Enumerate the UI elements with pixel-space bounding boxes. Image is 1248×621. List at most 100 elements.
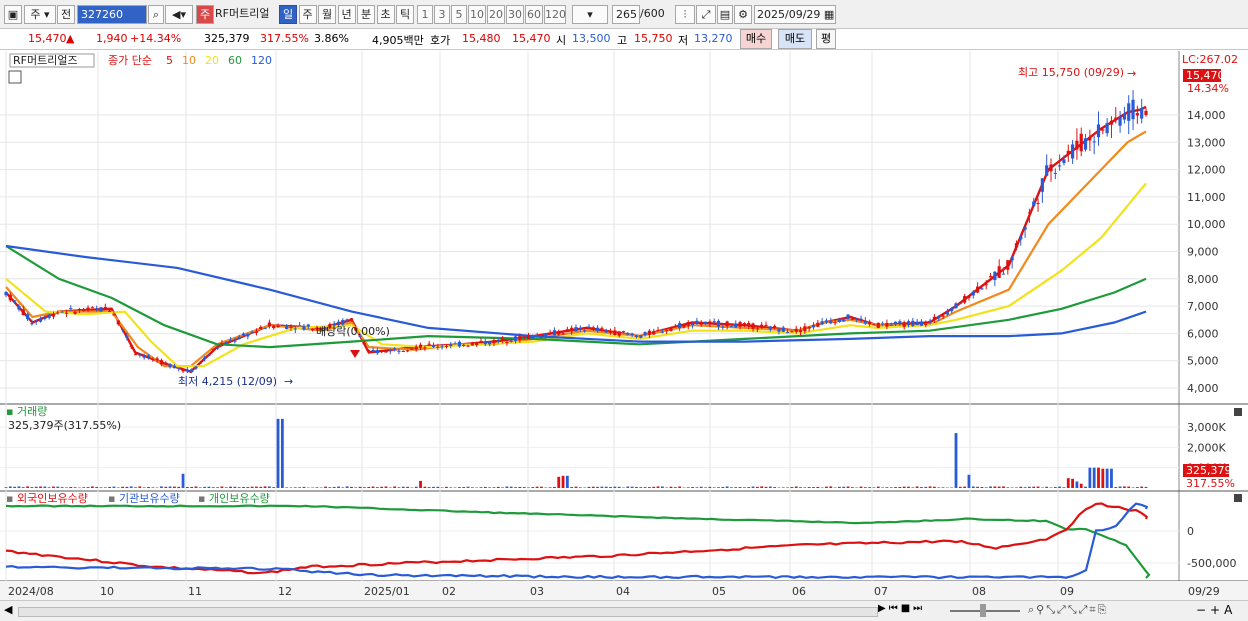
volume-bar [358, 486, 362, 488]
price-tick-label: 11,000 [1187, 191, 1226, 204]
candle-body [975, 286, 980, 293]
line-tool-icon[interactable]: ⤢ [696, 5, 716, 24]
candle-body [108, 310, 112, 312]
volume-bar [1110, 468, 1113, 488]
minute-tab-120[interactable]: 120 [544, 5, 566, 24]
candle-body [384, 350, 388, 353]
volume-bar [211, 487, 215, 488]
volume-bar [151, 487, 155, 488]
minute-tab-60[interactable]: 60 [525, 5, 543, 24]
period-tab-4[interactable]: 분 [357, 5, 375, 24]
volume-bar [414, 486, 418, 488]
volume-tag: 325,379 [1186, 464, 1232, 477]
candle-body [1032, 201, 1036, 207]
holding-tick-label: -500,000 [1187, 557, 1236, 570]
minute-tab-5[interactable]: 5 [451, 5, 467, 24]
volume-bar [535, 486, 539, 488]
candle-body [738, 322, 742, 327]
stock-code-input[interactable]: 327260 [77, 5, 147, 24]
candle-body [773, 325, 777, 329]
volume-bar [1144, 486, 1148, 488]
prev-button[interactable]: 전 [57, 5, 75, 24]
volume-bar [380, 486, 384, 488]
candle-body [872, 324, 876, 326]
volume-bar [816, 486, 820, 488]
candle-body [224, 341, 228, 344]
eval-button[interactable]: 평 [816, 29, 836, 49]
volume-bar [997, 486, 1001, 488]
period-tab-1[interactable]: 주 [298, 5, 317, 24]
zoom-tools[interactable]: −+A [1196, 603, 1236, 617]
market-select[interactable]: 주 ▾ [24, 5, 56, 24]
custom-period-select[interactable]: ▾ [572, 5, 608, 24]
save-icon[interactable]: ▤ [717, 5, 733, 24]
volume-bar [341, 487, 345, 488]
minute-tab-30[interactable]: 30 [506, 5, 524, 24]
min-arrow-icon: → [284, 375, 293, 388]
period-tab-0[interactable]: 일 [279, 5, 297, 24]
volume-bar [838, 486, 841, 488]
zoom-slider-handle[interactable] [980, 604, 986, 617]
sell-button[interactable]: 매도 [778, 29, 812, 49]
candle-body [267, 322, 272, 327]
chart-bottom-bar: ◀ ▶⏮■⏭ ⌕⚲⤡⤢⤡⤢⌗⎘ −+A [0, 600, 1248, 621]
candle-body [937, 315, 941, 319]
bid-price: 15,470 [512, 32, 551, 45]
minute-tab-20[interactable]: 20 [487, 5, 505, 24]
drawing-tools[interactable]: ⌕⚲⤡⤢⤡⤢⌗⎘ [1028, 603, 1108, 617]
volume-legend-marker: ▪ [6, 405, 13, 418]
period-tab-6[interactable]: 틱 [396, 5, 414, 24]
volume-bar [1023, 487, 1027, 488]
volume-bar [173, 486, 176, 488]
candle-body [790, 331, 794, 333]
holding-panel-close-icon[interactable] [1234, 494, 1242, 502]
candle-body [483, 341, 487, 345]
minute-tab-10[interactable]: 10 [468, 5, 486, 24]
scroll-left-icon[interactable]: ◀ [4, 603, 12, 616]
candle-body [488, 342, 492, 345]
playback-controls[interactable]: ▶⏮■⏭ [878, 603, 925, 614]
candle-body [1096, 124, 1101, 138]
period-tab-3[interactable]: 년 [337, 5, 356, 24]
hoga-label: 호가 [430, 34, 451, 47]
candle-body [233, 340, 237, 342]
volume-bar [509, 486, 513, 488]
candle-body [8, 294, 12, 301]
volume-bar [458, 487, 461, 488]
period-tab-2[interactable]: 월 [318, 5, 336, 24]
minute-tab-1[interactable]: 1 [417, 5, 433, 24]
max-price-annotation: 최고 15,750 (09/29) [1018, 66, 1124, 79]
date-picker[interactable]: 2025/09/29 ▦ [754, 5, 836, 24]
search-icon[interactable]: ⌕ [148, 5, 164, 24]
candle-body [591, 327, 595, 329]
candle-body [298, 325, 302, 327]
candle-body [125, 335, 129, 338]
scrollbar-track[interactable] [18, 607, 878, 617]
candle-body [138, 354, 142, 356]
candle-body [665, 330, 669, 332]
volume-bar [794, 486, 798, 488]
candle-type-icon[interactable]: ⫶ [675, 5, 695, 24]
volume-bar [1006, 487, 1010, 488]
count-input[interactable]: 265 [612, 5, 640, 24]
candle-body [99, 307, 103, 312]
stock-chart[interactable]: 14,000 13,000 12,000 11,000 10,000 9,000 8,000… [0, 51, 1248, 600]
candle-body [863, 320, 867, 324]
gear-icon[interactable]: ⚙ [734, 5, 752, 24]
calculator-icon[interactable] [8, 70, 22, 84]
candle-body [634, 335, 639, 338]
buy-button[interactable]: 매수 [740, 29, 772, 49]
period-tab-5[interactable]: 초 [376, 5, 395, 24]
window-menu-icon[interactable]: ▣ [4, 5, 22, 24]
price-tick-label: 5,000 [1187, 355, 1219, 368]
candle-body [846, 314, 850, 319]
x-axis-label: 2024/08 [8, 585, 54, 598]
candle-body [112, 314, 116, 316]
volume-bar [259, 486, 263, 488]
candle-body [768, 326, 772, 330]
candle-body [1010, 257, 1014, 261]
speaker-icon[interactable]: ◀▾ [165, 5, 193, 24]
minute-tab-3[interactable]: 3 [434, 5, 450, 24]
candle-body [639, 335, 643, 338]
volume-panel-close-icon[interactable] [1234, 408, 1242, 416]
